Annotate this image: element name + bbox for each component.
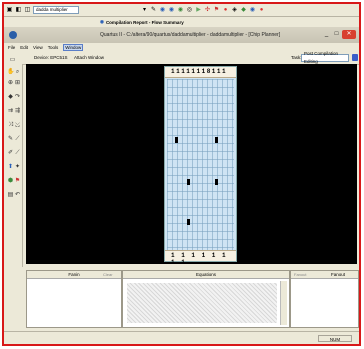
- bottom-io-label: 1 1 1 1 1 1 1 1: [171, 252, 228, 266]
- analysis-icon[interactable]: ◉: [177, 7, 184, 14]
- connect-tool-icon[interactable]: ⟋: [14, 136, 21, 143]
- close-button[interactable]: ✕: [342, 30, 356, 39]
- new-icon[interactable]: ▣: [6, 7, 13, 14]
- start-icon[interactable]: ◉: [168, 7, 175, 14]
- device-floorplan[interactable]: 11111118111 1 1 1 1 1 1 1 1: [164, 66, 237, 266]
- logic-array-grid[interactable]: [167, 79, 234, 251]
- assign-tool-icon[interactable]: ⬢: [7, 178, 14, 185]
- delay-tool-icon[interactable]: ⤩: [14, 122, 21, 129]
- fanin-clear-button[interactable]: Clear: [103, 272, 113, 277]
- help-icon[interactable]: ●: [258, 7, 265, 14]
- fanin-tool-icon[interactable]: ⇉: [7, 108, 14, 115]
- quartus-app-icon: [9, 31, 17, 39]
- left-io-pin[interactable]: [162, 184, 164, 189]
- compile-icon[interactable]: ◉: [159, 7, 166, 14]
- edit-tool-icon[interactable]: ✎: [7, 136, 14, 143]
- tab-compilation-report[interactable]: ◉ Compilation Report - Flow Summary: [100, 18, 184, 26]
- report-icon: ◉: [100, 19, 104, 24]
- report-tool-icon[interactable]: ▤: [7, 192, 14, 199]
- timing-icon[interactable]: ✣: [204, 7, 211, 14]
- play-icon[interactable]: ▶: [195, 7, 202, 14]
- top-io-bank: 11111118111: [165, 67, 236, 78]
- menu-tools[interactable]: Tools: [48, 45, 59, 50]
- open-icon[interactable]: ◧: [15, 7, 22, 14]
- used-cell[interactable]: [187, 219, 190, 225]
- fanout-panel[interactable]: Fanout Fanout: [290, 270, 359, 328]
- used-cell[interactable]: [175, 137, 178, 143]
- main-toolbar: ▣ ◧ ◫ dadda multiplier ▾ ✎ ◉ ◉ ◉ ◎ ▶ ✣ ⚑…: [4, 4, 359, 17]
- menu-window[interactable]: Window: [63, 44, 84, 51]
- save-icon[interactable]: ◫: [24, 7, 31, 14]
- layers-tool-icon[interactable]: ⬆: [7, 164, 14, 171]
- menu-edit[interactable]: Edit: [20, 45, 28, 50]
- task-select[interactable]: Post Compilation Editing: [301, 51, 349, 64]
- chip-planner-help-icon[interactable]: [352, 54, 358, 61]
- highlight-tool-icon[interactable]: ✦: [14, 164, 21, 171]
- dropdown-icon[interactable]: ▾: [141, 7, 148, 14]
- settings-icon[interactable]: ✎: [150, 7, 157, 14]
- right-io-pin[interactable]: [237, 181, 239, 186]
- equations-header: Equations: [123, 271, 289, 279]
- route-tool-icon[interactable]: ↷: [14, 94, 21, 101]
- line-tool-icon[interactable]: ⟋: [14, 150, 21, 157]
- bottom-panels: Fanin Clear Equations Fanout Fanout: [26, 270, 359, 330]
- attach-window-button[interactable]: Attach Window: [74, 55, 104, 60]
- maximize-button[interactable]: □: [332, 30, 341, 39]
- selection-tool-icon[interactable]: ▭: [9, 57, 16, 64]
- bottom-io-bank: 1 1 1 1 1 1 1 1: [165, 250, 236, 266]
- paths-tool-icon[interactable]: ⤨: [7, 122, 14, 129]
- fanin-label: Fanin: [68, 272, 80, 277]
- device-label: Device: EPC51S: [34, 55, 68, 60]
- assignment-icon[interactable]: ◆: [240, 7, 247, 14]
- screenshot-frame: ▣ ◧ ◫ dadda multiplier ▾ ✎ ◉ ◉ ◉ ◎ ▶ ✣ ⚑…: [2, 2, 361, 346]
- node-tool-icon[interactable]: ◆: [7, 94, 14, 101]
- draw-tool-icon[interactable]: ✐: [7, 150, 14, 157]
- netlist-icon[interactable]: ⚑: [213, 7, 220, 14]
- num-lock-indicator: NUM: [318, 335, 352, 342]
- equations-scrollbar[interactable]: [280, 281, 287, 325]
- chip-planner-icon[interactable]: ●: [222, 7, 229, 14]
- tab-compilation-report-label: Compilation Report - Flow Summary: [105, 19, 184, 25]
- stop-icon[interactable]: ◎: [186, 7, 193, 14]
- project-combo[interactable]: dadda multiplier: [33, 6, 79, 14]
- equations-label: Equations: [195, 272, 216, 277]
- flag-tool-icon[interactable]: ⚑: [14, 178, 21, 185]
- pan-tool-icon[interactable]: ⊕: [7, 80, 14, 87]
- equations-content: [127, 283, 277, 323]
- window-title: Quartus II - C:/altera/90/quartus/daddam…: [100, 32, 281, 38]
- equations-panel[interactable]: Equations: [122, 270, 290, 328]
- hand-tool-icon[interactable]: ✋: [7, 69, 14, 76]
- minimize-button[interactable]: _: [322, 30, 331, 39]
- chip-planner-view[interactable]: 11111118111 1 1 1 1 1 1 1 1: [26, 64, 357, 266]
- fanout-header: Fanout Fanout: [291, 271, 358, 279]
- left-tool-strip: ▭ ✋ ⌕ ⊕ ⊞ ◆ ↷ ⇉ ⇶ ⤨ ⤩ ✎ ⟋ ✐ ⟋ ⬆ ✦ ⬢ ⚑ ▤ …: [4, 52, 23, 267]
- fanout-tool-icon[interactable]: ⇶: [14, 108, 21, 115]
- menu-file[interactable]: File: [8, 45, 15, 50]
- used-cell[interactable]: [187, 179, 190, 185]
- used-cell[interactable]: [215, 179, 218, 185]
- window-titlebar: Quartus II - C:/altera/90/quartus/daddam…: [4, 27, 359, 43]
- fanout-small-label[interactable]: Fanout: [294, 271, 306, 279]
- undo-tool-icon[interactable]: ↶: [14, 192, 21, 199]
- menu-view[interactable]: View: [33, 45, 43, 50]
- used-cell[interactable]: [215, 137, 218, 143]
- top-io-label: 11111118111: [171, 68, 228, 75]
- task-label: Task:: [291, 55, 302, 60]
- fanout-label: Fanout: [331, 272, 346, 277]
- zoom-tool-icon[interactable]: ⌕: [14, 69, 21, 76]
- floorplan-icon[interactable]: ◈: [231, 7, 238, 14]
- status-bar: NUM: [4, 331, 359, 344]
- fanin-panel[interactable]: Fanin Clear: [26, 270, 122, 328]
- fit-tool-icon[interactable]: ⊞: [14, 80, 21, 87]
- left-io-pin[interactable]: [162, 176, 164, 181]
- programmer-icon[interactable]: ◉: [249, 7, 256, 14]
